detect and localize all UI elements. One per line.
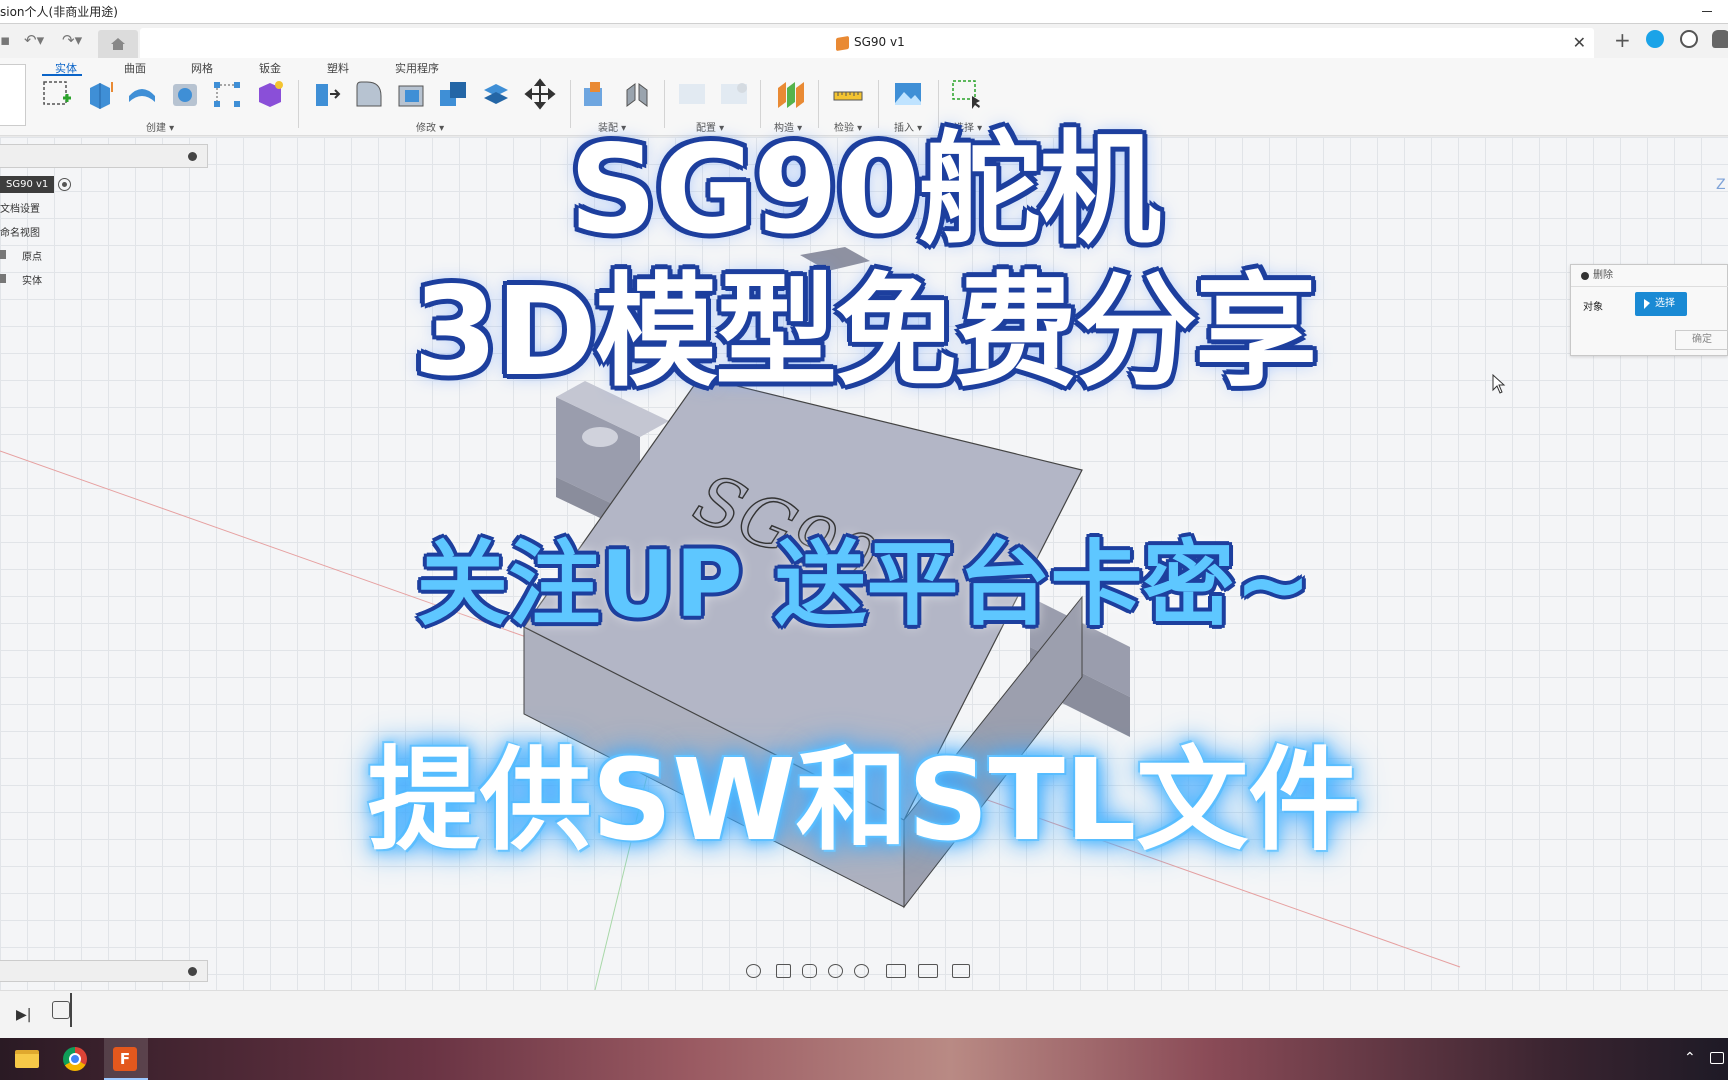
network-icon[interactable] [1710, 1052, 1724, 1064]
configure-rule-icon[interactable] [718, 78, 750, 110]
viewports-icon[interactable] [952, 964, 970, 978]
pan-icon[interactable] [802, 964, 817, 978]
comments-panel-header[interactable] [0, 960, 208, 982]
offset-plane-icon[interactable] [774, 78, 806, 110]
overlay-subtitle2: 提供SW和STL文件 [367, 736, 1361, 866]
hole-icon[interactable] [169, 78, 201, 110]
measure-icon[interactable] [832, 78, 864, 110]
insert-canvas-icon[interactable] [892, 78, 924, 110]
chrome-icon [63, 1047, 87, 1071]
home-tab[interactable] [98, 30, 138, 58]
windows-taskbar: F ⌃ [0, 1038, 1728, 1080]
document-tab-title: SG90 v1 [854, 35, 905, 49]
tab-mesh[interactable]: 网格 [191, 60, 213, 76]
new-component-icon[interactable] [578, 78, 610, 110]
tab-sheet-metal[interactable]: 钣金 [259, 60, 281, 76]
overlay-subtitle: 关注UP 送平台卡密~ [416, 531, 1312, 638]
go-to-end-icon[interactable]: ▶| [16, 1007, 31, 1023]
window-title-bar: sion个人(非商业用途) [0, 0, 1728, 24]
menu-icon[interactable]: ▪ [0, 31, 10, 49]
orbit-icon[interactable] [746, 964, 761, 978]
undo-icon[interactable]: ↶▾ [24, 31, 44, 49]
create-sketch-icon[interactable] [41, 78, 73, 110]
window-title: sion个人(非商业用途) [0, 5, 118, 19]
create-form-icon[interactable] [254, 78, 286, 110]
extrude-icon[interactable] [84, 78, 116, 110]
sketch-feature-icon[interactable] [52, 1001, 70, 1019]
look-at-icon[interactable] [776, 964, 791, 978]
taskbar-file-explorer[interactable] [6, 1038, 50, 1080]
configure-table-icon[interactable] [676, 78, 708, 110]
home-icon [111, 38, 125, 50]
select-window-icon[interactable] [950, 78, 982, 110]
revolve-icon[interactable] [126, 78, 158, 110]
overlay-title-line2: 3D模型免费分享 [412, 261, 1317, 403]
combine-icon[interactable] [437, 78, 469, 110]
expand-comments-icon[interactable] [188, 967, 197, 976]
redo-icon[interactable]: ↷▾ [62, 31, 82, 49]
press-pull-icon[interactable] [310, 78, 342, 110]
display-settings-icon[interactable] [886, 964, 906, 978]
timeline: ▶| [0, 990, 1728, 1038]
job-status-icon[interactable] [1680, 30, 1698, 48]
overlay-title-line1: SG90舵机 [569, 119, 1161, 261]
close-tab-icon[interactable]: ✕ [1573, 33, 1586, 52]
tab-surface[interactable]: 曲面 [124, 60, 146, 76]
tab-plastic[interactable]: 塑料 [327, 60, 349, 76]
minimize-icon[interactable] [1702, 11, 1712, 12]
grid-settings-icon[interactable] [918, 964, 938, 978]
pattern-icon[interactable] [211, 78, 243, 110]
zoom-icon[interactable] [828, 964, 843, 978]
taskbar-chrome[interactable] [54, 1038, 98, 1080]
taskbar-fusion[interactable]: F [104, 1038, 148, 1080]
timeline-marker[interactable] [70, 993, 72, 1027]
extensions-icon[interactable] [1646, 30, 1664, 48]
active-tab-underline [42, 74, 82, 76]
tray-chevron-up-icon[interactable]: ⌃ [1684, 1050, 1696, 1066]
joint-icon[interactable] [621, 78, 653, 110]
navigation-bar [746, 958, 986, 984]
tab-utilities[interactable]: 实用程序 [395, 60, 439, 76]
app-header: ▪ ↶▾ ↷▾ SG90 v1 ✕ + [0, 24, 1728, 58]
folder-icon [15, 1050, 39, 1068]
workspace-switcher[interactable] [0, 64, 26, 126]
document-tab[interactable]: SG90 v1 ✕ [140, 28, 1594, 58]
fit-icon[interactable] [854, 964, 869, 978]
shell-icon[interactable] [395, 78, 427, 110]
fillet-icon[interactable] [353, 78, 385, 110]
new-tab-icon[interactable]: + [1614, 28, 1631, 52]
move-copy-icon[interactable] [524, 78, 556, 110]
document-cube-icon [836, 35, 849, 52]
fusion-icon: F [113, 1047, 137, 1071]
notification-bell-icon[interactable] [1712, 30, 1728, 48]
offset-face-icon[interactable] [480, 78, 512, 110]
